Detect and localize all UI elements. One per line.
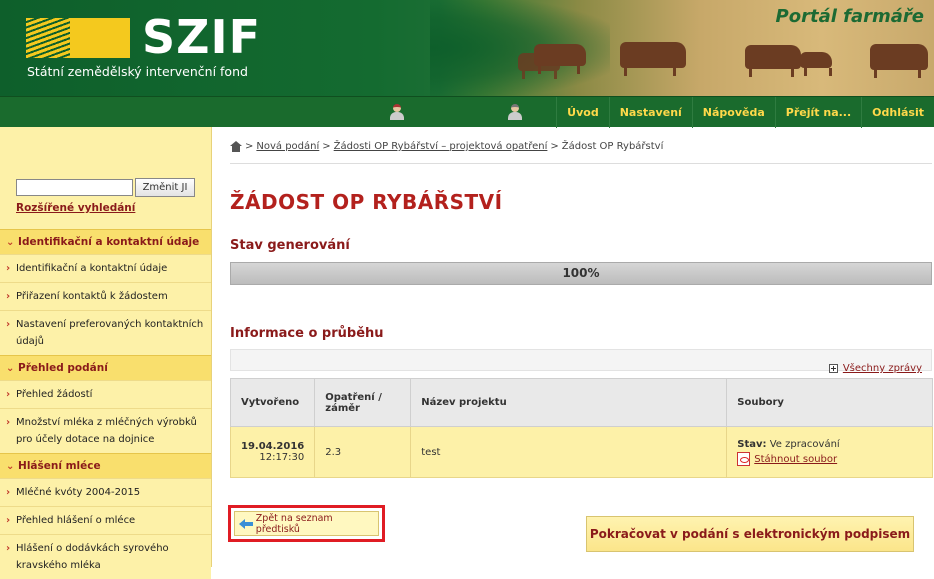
sidebar-section-milk[interactable]: ⌄ Hlášení mléce <box>0 453 211 478</box>
change-ji-button[interactable]: Změnit JI <box>135 178 195 197</box>
sidebar-item-raw-milk-reports[interactable]: › Hlášení o dodávkách syrového kravského … <box>0 534 211 579</box>
home-icon[interactable] <box>230 141 242 152</box>
breadcrumb-op-fisheries-list[interactable]: Žádosti OP Rybářství – projektová opatře… <box>334 141 548 152</box>
nav-item-help[interactable]: Nápověda <box>691 97 775 128</box>
chevron-right-icon: › <box>6 543 11 554</box>
chevron-down-icon: ⌄ <box>6 363 15 374</box>
continue-signature-button[interactable]: Pokračovat v podání s elektronickým podp… <box>586 516 914 552</box>
all-messages-link[interactable]: Všechny zprávy <box>843 363 922 374</box>
created-time: 12:17:30 <box>259 452 305 463</box>
progress-table: Vytvořeno Opatření / záměr Název projekt… <box>229 378 933 478</box>
chevron-right-icon: › <box>6 319 11 330</box>
pdf-icon[interactable] <box>737 451 751 466</box>
chevron-right-icon: › <box>6 417 11 428</box>
sidebar-section-contact[interactable]: ⌄ Identifikační a kontaktní údaje <box>0 229 211 254</box>
site-header: SZIF Státní zemědělský intervenční fond … <box>0 0 934 96</box>
cell-files: Stav: Ve zpracování Stáhnout soubor <box>726 426 933 478</box>
cow-image <box>620 42 686 76</box>
cow-image <box>534 44 586 74</box>
nav-item-home[interactable]: Úvod <box>556 97 609 128</box>
column-project-name: Název projektu <box>410 378 728 427</box>
arrow-left-icon <box>239 518 253 529</box>
nav-item-go-to[interactable]: Přejít na... <box>774 97 861 128</box>
nav-item-logout[interactable]: Odhlásit <box>861 97 934 128</box>
szif-logo-mark[interactable] <box>26 18 130 58</box>
nav-item-settings[interactable]: Nastavení <box>608 97 692 128</box>
breadcrumb: > Nová podání > Žádosti OP Rybářství – p… <box>230 141 663 152</box>
sidebar-item-preferred-contacts[interactable]: › Nastavení preferovaných kontaktních úda… <box>0 310 211 355</box>
info-messages-bar <box>230 349 932 371</box>
chevron-right-icon: › <box>6 263 11 274</box>
chevron-right-icon: › <box>6 389 11 400</box>
generation-progress-bar: 100% <box>230 262 932 285</box>
download-file-link[interactable]: Stáhnout soubor <box>754 454 837 465</box>
page-title: ŽÁDOST OP RYBÁŘSTVÍ <box>230 190 503 214</box>
status-value: Ve zpracování <box>769 438 840 450</box>
chevron-right-icon: › <box>6 291 11 302</box>
chevron-right-icon: › <box>6 487 11 498</box>
cell-created: 19.04.2016 12:17:30 <box>229 426 316 478</box>
progress-label: 100% <box>562 266 600 280</box>
user-icon[interactable] <box>390 104 404 120</box>
advanced-search-link[interactable]: Rozšířené vyhledání <box>16 202 135 214</box>
all-messages-toggle[interactable]: Všechny zprávy <box>828 363 922 374</box>
status-label: Stav: <box>737 438 767 450</box>
cow-image <box>745 45 801 77</box>
generation-status-title: Stav generování <box>230 238 350 253</box>
chevron-down-icon: ⌄ <box>6 237 15 248</box>
logo-subtitle: Státní zemědělský intervenční fond <box>27 64 248 79</box>
sidebar-item-contact-data[interactable]: › Identifikační a kontaktní údaje <box>0 254 211 282</box>
column-measure: Opatření / záměr <box>314 378 412 427</box>
sidebar-item-assign-contacts[interactable]: › Přiřazení kontaktů k žádostem <box>0 282 211 310</box>
farmer-icon[interactable] <box>508 104 522 120</box>
cow-image <box>800 52 833 76</box>
sidebar-menu: ⌄ Identifikační a kontaktní údaje › Ident… <box>0 229 211 579</box>
main-content: > Nová podání > Žádosti OP Rybářství – p… <box>228 127 934 567</box>
table-header-row: Vytvořeno Opatření / záměr Název projekt… <box>229 378 933 427</box>
sidebar-section-submissions[interactable]: ⌄ Přehled podání <box>0 355 211 380</box>
search-input[interactable] <box>16 179 133 196</box>
breadcrumb-current: Žádost OP Rybářství <box>561 141 664 152</box>
sidebar-item-milk-reports[interactable]: › Přehled hlášení o mléce <box>0 506 211 534</box>
portal-title: Portál farmáře <box>775 6 924 27</box>
sidebar-item-applications[interactable]: › Přehled žádostí <box>0 380 211 408</box>
created-date: 19.04.2016 <box>241 441 305 452</box>
breadcrumb-new-submission[interactable]: Nová podání <box>256 141 319 152</box>
sidebar-item-milk-quantity[interactable]: › Množství mléka z mléčných výrobků pro ú… <box>0 408 211 453</box>
chevron-down-icon: ⌄ <box>6 461 15 472</box>
sidebar-item-milk-quotas[interactable]: › Mléčné kvóty 2004-2015 <box>0 478 211 506</box>
top-nav: Úvod Nastavení Nápověda Přejít na... Odh… <box>0 96 934 128</box>
highlight-box: Zpět na seznam předtisků <box>228 505 385 542</box>
cell-measure: 2.3 <box>314 426 412 478</box>
table-row: 19.04.2016 12:17:30 2.3 test Stav: Ve zp… <box>229 426 933 478</box>
back-button-label: Zpět na seznam předtisků <box>255 512 333 535</box>
column-files: Soubory <box>726 378 933 427</box>
nav-menu: Úvod Nastavení Nápověda Přejít na... Odh… <box>556 97 934 128</box>
expand-plus-icon[interactable] <box>828 364 838 373</box>
divider <box>230 163 932 164</box>
column-created: Vytvořeno <box>229 378 316 427</box>
cell-project-name: test <box>410 426 728 478</box>
back-to-list-button[interactable]: Zpět na seznam předtisků <box>234 511 379 536</box>
sidebar: Změnit JI Rozšířené vyhledání ⌄ Identifi… <box>0 127 212 579</box>
chevron-right-icon: › <box>6 515 11 526</box>
szif-logo-text[interactable]: SZIF <box>142 10 261 64</box>
cow-image <box>870 44 928 78</box>
progress-info-title: Informace o průběhu <box>230 326 384 341</box>
